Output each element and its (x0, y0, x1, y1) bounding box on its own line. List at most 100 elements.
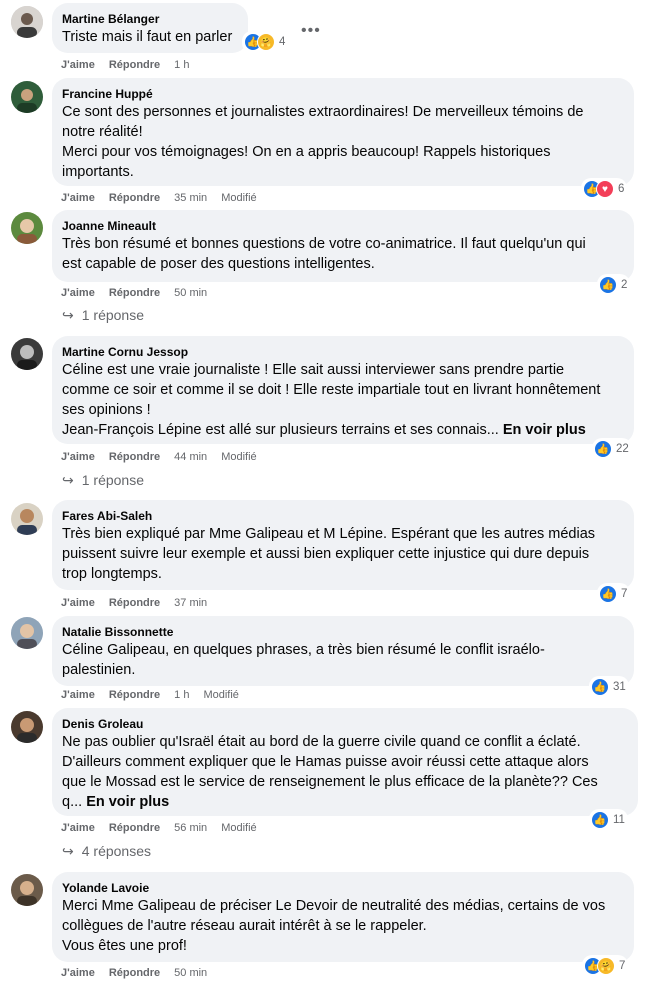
comment-bubble: Fares Abi-Saleh Très bien expliqué par M… (52, 500, 634, 590)
reply-button[interactable]: Répondre (109, 58, 160, 72)
timestamp[interactable]: 1 h (174, 688, 189, 702)
avatar-image (11, 212, 43, 244)
reply-button[interactable]: Répondre (109, 286, 160, 300)
reply-arrow-icon: ↪ (62, 472, 74, 488)
avatar-image (11, 503, 43, 535)
comment-bubble: Natalie Bissonnette Céline Galipeau, en … (52, 616, 634, 686)
comment-bubble: Martine Bélanger Triste mais il faut en … (52, 3, 248, 53)
comment-text: Très bon résumé et bonnes questions de v… (62, 236, 586, 272)
like-button[interactable]: J'aime (61, 688, 95, 702)
avatar-image (11, 81, 43, 113)
like-button[interactable]: J'aime (61, 966, 95, 980)
avatar-image (11, 617, 43, 649)
comment-text: Céline est une vraie journaliste ! Elle … (62, 360, 622, 440)
avatar[interactable] (11, 212, 43, 244)
timestamp[interactable]: 56 min (174, 821, 207, 835)
reaction-count: 7 (621, 588, 628, 600)
like-button[interactable]: J'aime (61, 821, 95, 835)
reply-button[interactable]: Répondre (109, 821, 160, 835)
avatar-image (11, 338, 43, 370)
reply-button[interactable]: Répondre (109, 191, 160, 205)
reply-arrow-icon: ↪ (62, 843, 74, 859)
comment-text: Ce sont des personnes et journalistes ex… (62, 104, 584, 180)
like-button[interactable]: J'aime (61, 58, 95, 72)
reaction-count: 7 (619, 960, 626, 972)
like-button[interactable]: J'aime (61, 596, 95, 610)
thumbs-up-icon: 👍 (591, 678, 609, 696)
replies-count: 1 réponse (81, 472, 145, 488)
reaction-summary[interactable]: 👍 31 (589, 676, 629, 698)
comment-text: Très bien expliqué par Mme Galipeau et M… (62, 526, 596, 582)
comment-author[interactable]: Fares Abi-Saleh (62, 508, 622, 524)
timestamp[interactable]: 44 min (174, 450, 207, 464)
avatar[interactable] (11, 617, 43, 649)
comment-author[interactable]: Denis Groleau (62, 716, 626, 732)
more-options-icon[interactable]: ••• (301, 22, 321, 40)
reaction-summary[interactable]: 👍 22 (592, 438, 632, 460)
view-replies-link[interactable]: ↪ 1 réponse (62, 472, 144, 489)
care-icon: 🤗 (597, 957, 615, 975)
see-more-link[interactable]: En voir plus (503, 422, 586, 438)
comment-bubble: Francine Huppé Ce sont des personnes et … (52, 78, 634, 186)
comment-actions: J'aime Répondre 1 h (61, 58, 203, 72)
timestamp[interactable]: 35 min (174, 191, 207, 205)
comment-text: Triste mais il faut en parler (62, 29, 233, 45)
comment-text: Merci Mme Galipeau de préciser Le Devoir… (62, 898, 606, 954)
like-button[interactable]: J'aime (61, 191, 95, 205)
thumbs-up-icon: 👍 (599, 585, 617, 603)
view-replies-link[interactable]: ↪ 1 réponse (62, 307, 144, 324)
avatar[interactable] (11, 338, 43, 370)
reaction-count: 31 (613, 681, 626, 693)
thumbs-up-icon: 👍 (594, 440, 612, 458)
comment-author[interactable]: Joanne Mineault (62, 218, 622, 234)
timestamp[interactable]: 37 min (174, 596, 207, 610)
reply-button[interactable]: Répondre (109, 966, 160, 980)
comment-text: Céline Galipeau, en quelques phrases, a … (62, 642, 545, 678)
avatar[interactable] (11, 503, 43, 535)
thumbs-up-icon: 👍 (591, 811, 609, 829)
comment-bubble: Denis Groleau Ne pas oublier qu'Israël é… (52, 708, 638, 816)
edited-label: Modifié (221, 451, 257, 463)
reply-arrow-icon: ↪ (62, 307, 74, 323)
replies-count: 4 réponses (81, 843, 152, 859)
comment-actions: J'aime Répondre 56 min Modifié (61, 821, 271, 835)
reaction-summary[interactable]: 👍 ♥ 6 (581, 178, 628, 200)
reaction-summary[interactable]: 👍 🤗 7 (582, 955, 629, 977)
reaction-summary[interactable]: 👍 🤗 4 (242, 31, 289, 53)
avatar-image (11, 711, 43, 743)
reply-button[interactable]: Répondre (109, 450, 160, 464)
comment-actions: J'aime Répondre 50 min (61, 966, 221, 980)
reaction-summary[interactable]: 👍 7 (597, 583, 631, 605)
comment-author[interactable]: Natalie Bissonnette (62, 624, 622, 640)
avatar[interactable] (11, 6, 43, 38)
reply-button[interactable]: Répondre (109, 596, 160, 610)
timestamp[interactable]: 1 h (174, 58, 189, 72)
reaction-summary[interactable]: 👍 2 (597, 274, 631, 296)
reply-button[interactable]: Répondre (109, 688, 160, 702)
comment-actions: J'aime Répondre 44 min Modifié (61, 450, 271, 464)
comment-author[interactable]: Yolande Lavoie (62, 880, 622, 896)
comment-author[interactable]: Francine Huppé (62, 86, 622, 102)
timestamp[interactable]: 50 min (174, 966, 207, 980)
edited-label: Modifié (221, 192, 257, 204)
see-more-link[interactable]: En voir plus (86, 794, 169, 810)
avatar[interactable] (11, 874, 43, 906)
reaction-summary[interactable]: 👍 11 (589, 809, 628, 831)
avatar-image (11, 874, 43, 906)
reaction-count: 2 (621, 279, 628, 291)
care-icon: 🤗 (257, 33, 275, 51)
reaction-count: 11 (613, 814, 625, 826)
avatar[interactable] (11, 711, 43, 743)
edited-label: Modifié (203, 689, 239, 701)
like-button[interactable]: J'aime (61, 286, 95, 300)
like-button[interactable]: J'aime (61, 450, 95, 464)
reaction-count: 4 (279, 36, 286, 48)
avatar[interactable] (11, 81, 43, 113)
comment-bubble: Joanne Mineault Très bon résumé et bonne… (52, 210, 634, 282)
reaction-count: 6 (618, 183, 625, 195)
timestamp[interactable]: 50 min (174, 286, 207, 300)
view-replies-link[interactable]: ↪ 4 réponses (62, 843, 151, 860)
replies-count: 1 réponse (81, 307, 145, 323)
comment-author[interactable]: Martine Cornu Jessop (62, 344, 622, 360)
comment-author[interactable]: Martine Bélanger (62, 11, 236, 27)
